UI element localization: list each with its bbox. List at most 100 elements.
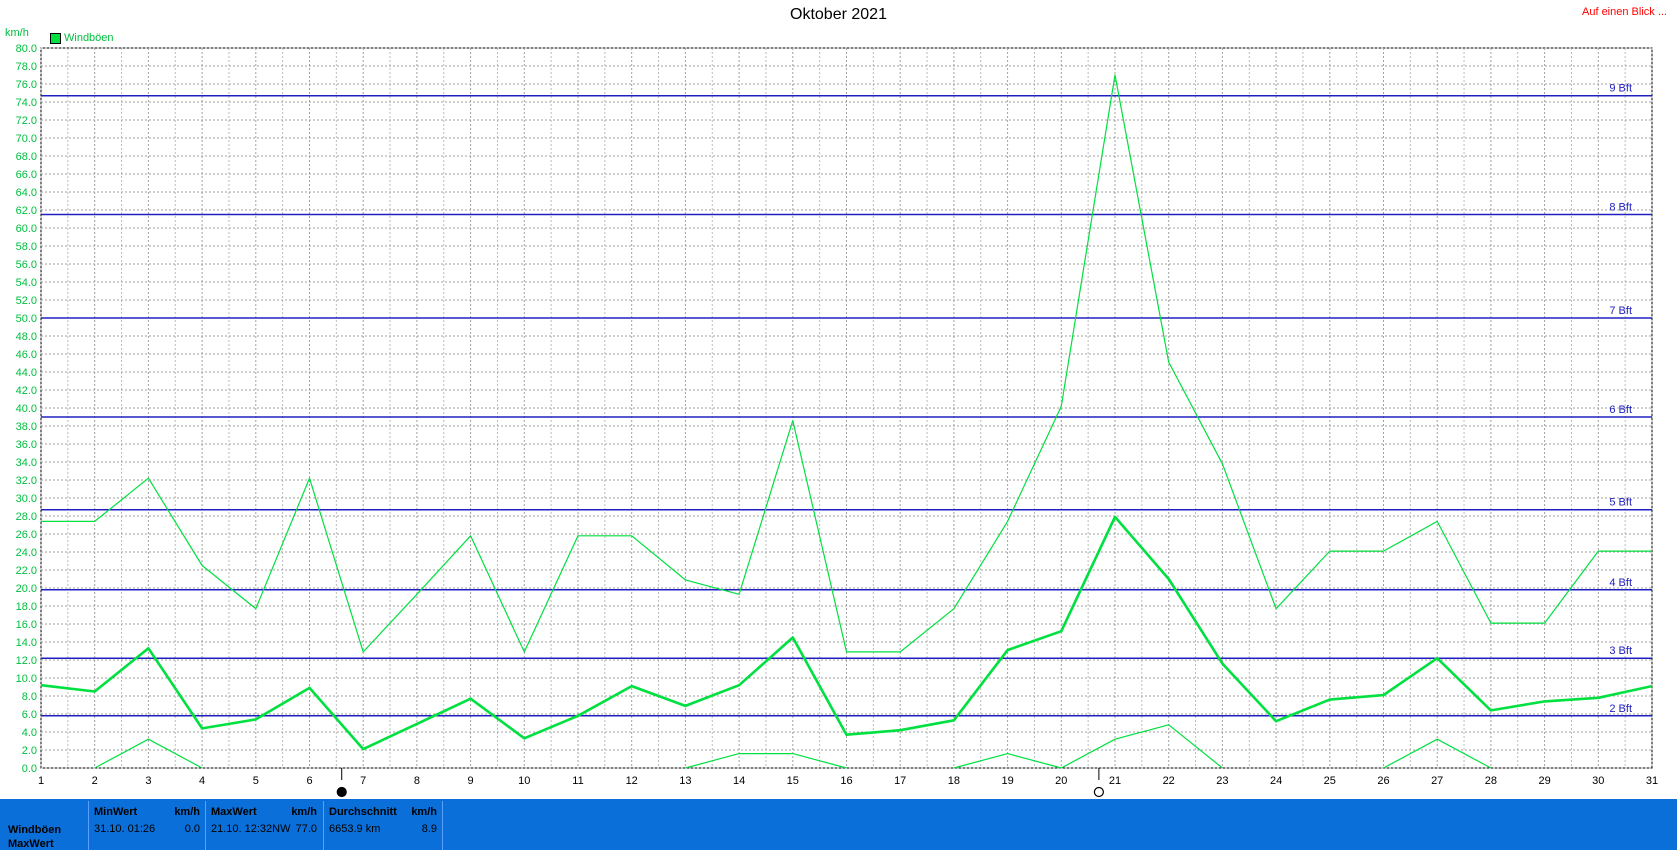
y-tick-label: 32.0 (16, 475, 37, 487)
x-tick-label: 11 (572, 775, 583, 787)
y-tick-label: 26.0 (16, 529, 37, 541)
stats-footer: Windböen MaxWert MinWert km/h 31.10. 01:2… (0, 799, 1677, 850)
y-tick-label: 8.0 (22, 691, 37, 703)
y-tick-label: 2.0 (22, 745, 37, 757)
average-value: 8.9 (421, 823, 437, 835)
y-tick-label: 50.0 (16, 313, 37, 325)
y-tick-label: 60.0 (16, 223, 37, 235)
y-tick-label: 76.0 (16, 79, 37, 91)
x-tick-label: 13 (679, 775, 691, 787)
panel-divider (442, 801, 443, 850)
y-tick-label: 62.0 (16, 205, 37, 217)
x-tick-label: 21 (1109, 775, 1121, 787)
y-tick-label: 66.0 (16, 169, 37, 181)
x-tick-label: 10 (518, 775, 530, 787)
y-tick-label: 16.0 (16, 619, 37, 631)
y-tick-label: 72.0 (16, 115, 37, 127)
x-tick-label: 3 (145, 775, 151, 787)
y-tick-label: 0.0 (22, 763, 37, 775)
x-tick-label: 1 (38, 775, 44, 787)
y-tick-label: 54.0 (16, 277, 37, 289)
x-tick-label: 29 (1538, 775, 1550, 787)
beaufort-label: 9 Bft (1609, 83, 1632, 95)
moon-markers (336, 768, 1104, 798)
y-tick-label: 52.0 (16, 295, 37, 307)
x-tick-label: 6 (306, 775, 312, 787)
y-tick-label: 4.0 (22, 727, 37, 739)
beaufort-label: 4 Bft (1609, 577, 1632, 589)
min-value: 0.0 (184, 823, 200, 835)
x-tick-label: 15 (787, 775, 799, 787)
y-tick-label: 12.0 (16, 655, 37, 667)
footer-row-label-series: Windböen (8, 824, 62, 836)
beaufort-label: 6 Bft (1609, 404, 1632, 416)
y-tick-label: 28.0 (16, 511, 37, 523)
x-tick-label: 8 (414, 775, 420, 787)
x-tick-label: 18 (948, 775, 960, 787)
x-tick-label: 25 (1324, 775, 1336, 787)
min-unit: km/h (174, 806, 200, 818)
full-moon-icon (1093, 786, 1104, 798)
y-tick-label: 64.0 (16, 187, 37, 199)
y-tick-label: 58.0 (16, 241, 37, 253)
y-tick-label: 70.0 (16, 133, 37, 145)
y-tick-label: 74.0 (16, 97, 37, 109)
y-tick-label: 78.0 (16, 61, 37, 73)
average-panel: Durchschnitt km/h 6653.9 km 8.9 (323, 801, 441, 850)
y-axis-unit: km/h (5, 27, 29, 39)
x-tick-label: 17 (894, 775, 906, 787)
legend-swatch-icon (50, 32, 61, 44)
y-tick-label: 48.0 (16, 331, 37, 343)
min-panel: MinWert km/h 31.10. 01:26 0.0 (88, 801, 204, 850)
x-tick-label: 23 (1216, 775, 1228, 787)
overview-link[interactable]: Auf einen Blick ... (1582, 6, 1667, 18)
y-tick-label: 6.0 (22, 709, 37, 721)
y-tick-label: 22.0 (16, 565, 37, 577)
x-tick-label: 5 (253, 775, 259, 787)
x-tick-label: 20 (1055, 775, 1067, 787)
beaufort-label: 5 Bft (1609, 497, 1632, 509)
chart-title: Oktober 2021 (790, 6, 887, 23)
x-tick-label: 26 (1377, 775, 1389, 787)
y-tick-label: 20.0 (16, 583, 37, 595)
x-tick-label: 12 (626, 775, 638, 787)
max-unit: km/h (291, 806, 317, 818)
y-tick-label: 18.0 (16, 601, 37, 613)
x-tick-label: 22 (1163, 775, 1175, 787)
x-tick-label: 7 (360, 775, 366, 787)
y-tick-label: 24.0 (16, 547, 37, 559)
beaufort-label: 2 Bft (1609, 703, 1632, 715)
x-tick-label: 31 (1646, 775, 1658, 787)
x-tick-label: 4 (199, 775, 205, 787)
wind-chart: 2 Bft 3 Bft 4 Bft 5 Bft 6 Bft 7 Bft 8 Bft 9 Bft… (16, 43, 1658, 798)
x-tick-label: 27 (1431, 775, 1443, 787)
y-tick-label: 46.0 (16, 349, 37, 361)
y-tick-label: 42.0 (16, 385, 37, 397)
x-tick-label: 30 (1592, 775, 1604, 787)
x-tick-label: 14 (733, 775, 745, 787)
y-tick-label: 14.0 (16, 637, 37, 649)
y-tick-label: 56.0 (16, 259, 37, 271)
max-value: 77.0 (295, 823, 317, 835)
y-tick-label: 34.0 (16, 457, 37, 469)
y-tick-label: 36.0 (16, 439, 37, 451)
x-tick-label: 24 (1270, 775, 1282, 787)
average-head: Durchschnitt (329, 806, 397, 818)
beaufort-label: 8 Bft (1609, 202, 1632, 214)
y-tick-label: 30.0 (16, 493, 37, 505)
x-tick-label: 9 (468, 775, 474, 787)
beaufort-label: 3 Bft (1609, 645, 1632, 657)
y-tick-label: 80.0 (16, 43, 37, 55)
min-head: MinWert (94, 806, 138, 818)
x-tick-label: 16 (840, 775, 852, 787)
beaufort-label: 7 Bft (1609, 305, 1632, 317)
legend-label: Windböen (64, 32, 114, 44)
y-tick-label: 68.0 (16, 151, 37, 163)
y-tick-label: 10.0 (16, 673, 37, 685)
x-tick-label: 19 (1001, 775, 1013, 787)
max-date: 21.10. 12:32NW (211, 823, 291, 835)
average-unit: km/h (411, 806, 437, 818)
legend: Windböen (50, 32, 114, 44)
x-tick-label: 2 (92, 775, 98, 787)
average-distance: 6653.9 km (329, 823, 381, 835)
